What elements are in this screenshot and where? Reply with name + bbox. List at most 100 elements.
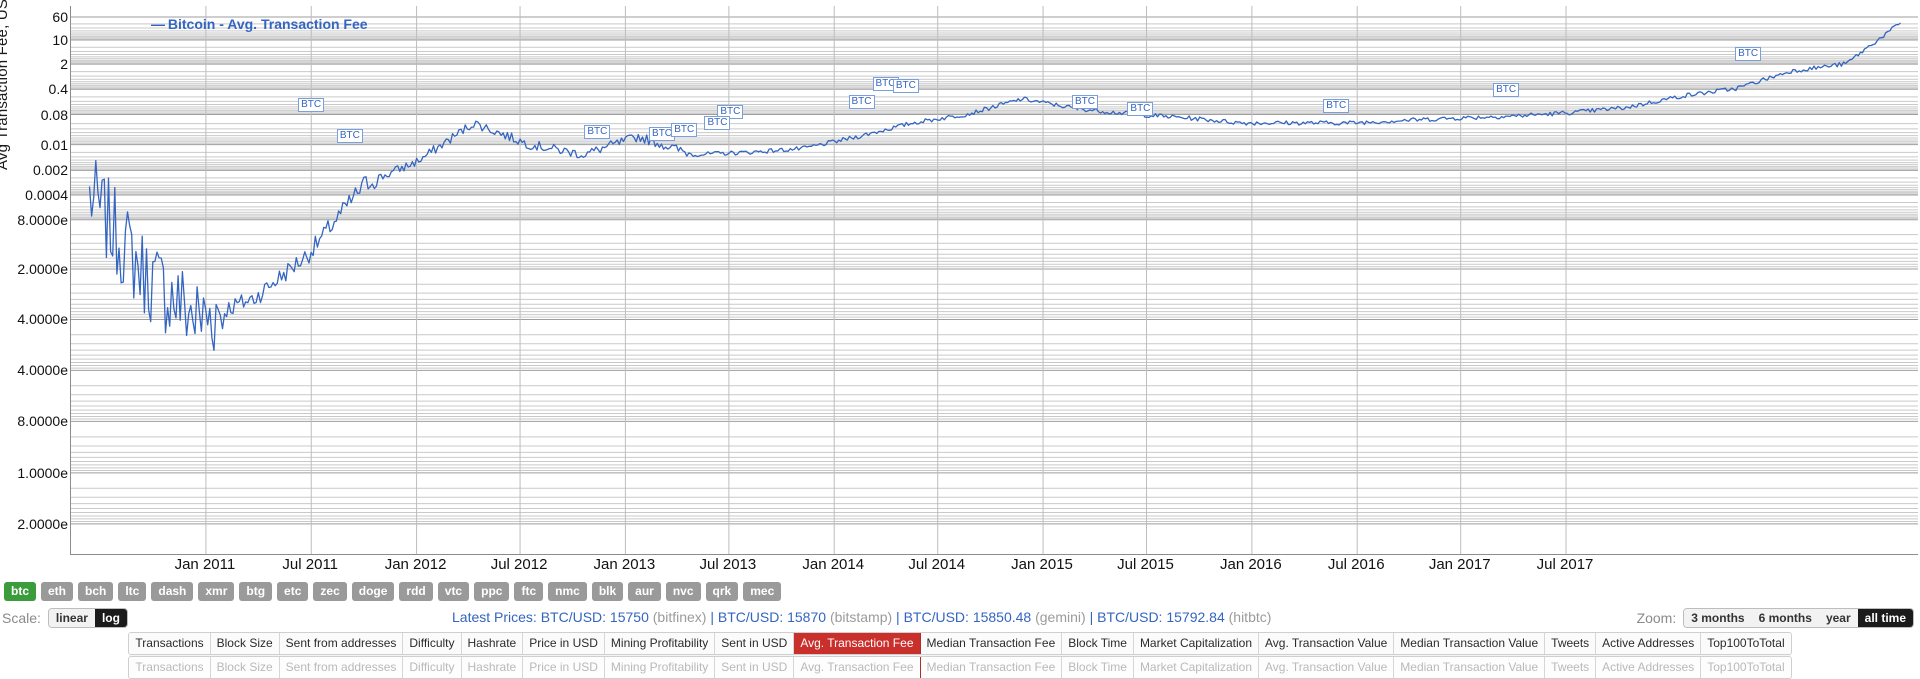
metric-button-top100tototal[interactable]: Top100ToTotal: [1701, 633, 1791, 654]
x-tick-label: Jul 2015: [1117, 556, 1174, 573]
chart-legend: — Bitcoin - Avg. Transaction Fee: [151, 16, 368, 32]
x-tick-label: Jan 2011: [174, 556, 236, 573]
btc-annotation: BTC: [298, 98, 325, 113]
metric-button-avg-transaction-value: Avg. Transaction Value: [1259, 657, 1395, 678]
btc-annotation: BTC: [1323, 98, 1350, 113]
y-tick-label: 8.0000e: [17, 413, 68, 430]
price-exchange: (bitfinex): [652, 609, 707, 625]
metric-button-market-capitalization[interactable]: Market Capitalization: [1133, 633, 1259, 654]
btc-annotation: BTC: [892, 79, 919, 93]
plot-area[interactable]: — Bitcoin - Avg. Transaction Fee BTC BTC B…: [70, 6, 1918, 555]
y-tick-label: 8.0000e: [17, 211, 68, 228]
y-axis-ticks: 60 10 2 0.4 0.08 0.01 0.002 0.0004 8.0000e 2.0000…: [0, 6, 70, 554]
coin-tag-ftc[interactable]: ftc: [514, 582, 544, 601]
metric-button-tweets[interactable]: Tweets: [1545, 633, 1597, 654]
latest-prices-label: Latest Prices:: [452, 609, 541, 625]
chart-container: Avg Transaction Fee, USD 601020.40.080.0…: [0, 0, 1920, 578]
y-tick-label: 4.0000e: [17, 362, 68, 379]
metric-button-block-size[interactable]: Block Size: [210, 633, 280, 654]
y-tick-label: 0.4: [48, 81, 68, 98]
coin-tag-nmc[interactable]: nmc: [548, 582, 587, 601]
coin-tag-aur[interactable]: aur: [628, 582, 661, 601]
metrics-row-primary: Transactions Block Size Sent from addresse…: [0, 632, 1920, 655]
zoom-option-3-months[interactable]: 3 months: [1684, 609, 1752, 627]
price-separator: |: [706, 609, 718, 625]
metric-button-block-time: Block Time: [1062, 657, 1134, 678]
metric-button-price-in-usd[interactable]: Price in USD: [523, 633, 605, 654]
coin-tag-btg[interactable]: btg: [239, 582, 273, 601]
scale-label: Scale:: [2, 610, 41, 626]
metrics-button-group-secondary[interactable]: Transactions Block Size Sent from addresse…: [128, 656, 1792, 679]
controls-row: Scale: linear log Latest Prices: BTC/USD…: [0, 607, 1920, 631]
scale-option-log[interactable]: log: [94, 609, 127, 627]
coin-tag-btc[interactable]: btc: [4, 582, 36, 601]
coin-tag-nvc[interactable]: nvc: [665, 582, 701, 601]
metric-button-avg-transaction-fee[interactable]: Avg. Transaction Fee: [794, 633, 921, 654]
coin-tag-mec[interactable]: mec: [743, 582, 782, 601]
coin-tag-xmr[interactable]: xmr: [198, 582, 235, 601]
metric-button-sent-in-usd: Sent in USD: [715, 657, 795, 678]
metric-button-top100tototal: Top100ToTotal: [1701, 657, 1791, 678]
coin-tag-blk[interactable]: blk: [591, 582, 624, 601]
coin-tag-doge[interactable]: doge: [351, 582, 395, 601]
x-tick-label: Jan 2013: [593, 556, 656, 573]
price-value[interactable]: BTC/USD: 15870: [718, 609, 830, 625]
x-tick-label: Jan 2016: [1219, 556, 1282, 573]
zoom-segmented-control[interactable]: 3 months 6 months year all time: [1683, 608, 1914, 628]
y-tick-label: 0.01: [40, 136, 68, 153]
metric-button-active-addresses[interactable]: Active Addresses: [1596, 633, 1702, 654]
metric-button-mining-profitability[interactable]: Mining Profitability: [604, 633, 716, 654]
metric-button-hashrate[interactable]: Hashrate: [461, 633, 524, 654]
coin-tag-vtc[interactable]: vtc: [437, 582, 470, 601]
x-axis-ticks: Jan 2011 Jul 2011 Jan 2012 Jul 2012 Jan 2013…: [70, 556, 1918, 578]
coin-tag-qrk[interactable]: qrk: [705, 582, 739, 601]
metric-button-hashrate: Hashrate: [461, 657, 524, 678]
coin-tag-eth[interactable]: eth: [41, 582, 73, 601]
coin-tag-dash[interactable]: dash: [151, 582, 194, 601]
zoom-control: Zoom: 3 months 6 months year all time: [1637, 608, 1914, 628]
metric-button-price-in-usd: Price in USD: [523, 657, 605, 678]
price-separator: |: [892, 609, 904, 625]
latest-prices: Latest Prices: BTC/USD: 15750 (bitfinex)…: [452, 609, 1271, 625]
x-tick-label: Jul 2011: [282, 556, 339, 573]
coin-tag-ppc[interactable]: ppc: [474, 582, 510, 601]
metric-button-median-transaction-value[interactable]: Median Transaction Value: [1394, 633, 1546, 654]
scale-option-linear[interactable]: linear: [48, 609, 95, 627]
x-tick-label: Jan 2017: [1428, 556, 1491, 573]
y-tick-label: 2.0000e: [17, 261, 68, 278]
x-tick-label: Jul 2014: [908, 556, 966, 573]
metric-button-median-transaction-fee: Median Transaction Fee: [920, 657, 1063, 678]
price-value[interactable]: BTC/USD: 15792.84: [1097, 609, 1229, 625]
btc-annotation: BTC: [584, 125, 611, 140]
scale-control: Scale: linear log: [2, 608, 128, 628]
metric-button-median-transaction-fee[interactable]: Median Transaction Fee: [920, 633, 1063, 654]
btc-annotation: BTC: [848, 94, 875, 109]
metrics-button-group[interactable]: Transactions Block Size Sent from addresse…: [128, 632, 1792, 655]
btc-annotation: BTC: [671, 122, 698, 137]
btc-annotation: BTC: [1493, 83, 1520, 98]
coin-tag-zec[interactable]: zec: [313, 582, 347, 601]
x-tick-label: Jan 2015: [1011, 556, 1073, 573]
metric-button-sent-from-addresses[interactable]: Sent from addresses: [279, 633, 404, 654]
scale-segmented-control[interactable]: linear log: [47, 608, 128, 628]
zoom-option-6-months[interactable]: 6 months: [1751, 609, 1819, 627]
zoom-option-year[interactable]: year: [1818, 609, 1858, 627]
metric-button-avg-transaction-fee: Avg. Transaction Fee: [794, 657, 921, 678]
coin-selector[interactable]: btc eth bch ltc dash xmr btg etc zec doge rdd vtc pp…: [4, 582, 782, 601]
metric-button-block-time[interactable]: Block Time: [1062, 633, 1134, 654]
coin-tag-etc[interactable]: etc: [277, 582, 309, 601]
price-exchange: (hitbtc): [1228, 609, 1272, 625]
coin-tag-rdd[interactable]: rdd: [399, 582, 433, 601]
metric-button-sent-in-usd[interactable]: Sent in USD: [715, 633, 795, 654]
metric-button-mining-profitability: Mining Profitability: [604, 657, 716, 678]
coin-tag-bch[interactable]: bch: [78, 582, 114, 601]
btc-annotation: BTC: [1127, 102, 1154, 117]
metric-button-transactions[interactable]: Transactions: [129, 633, 211, 654]
zoom-option-all-time[interactable]: all time: [1857, 609, 1913, 627]
price-value[interactable]: BTC/USD: 15850.48: [904, 609, 1036, 625]
coin-tag-ltc[interactable]: ltc: [118, 582, 147, 601]
legend-label: Bitcoin - Avg. Transaction Fee: [167, 16, 368, 32]
metric-button-difficulty[interactable]: Difficulty: [403, 633, 462, 654]
metric-button-avg-transaction-value[interactable]: Avg. Transaction Value: [1259, 633, 1395, 654]
price-value[interactable]: BTC/USD: 15750: [541, 609, 653, 625]
